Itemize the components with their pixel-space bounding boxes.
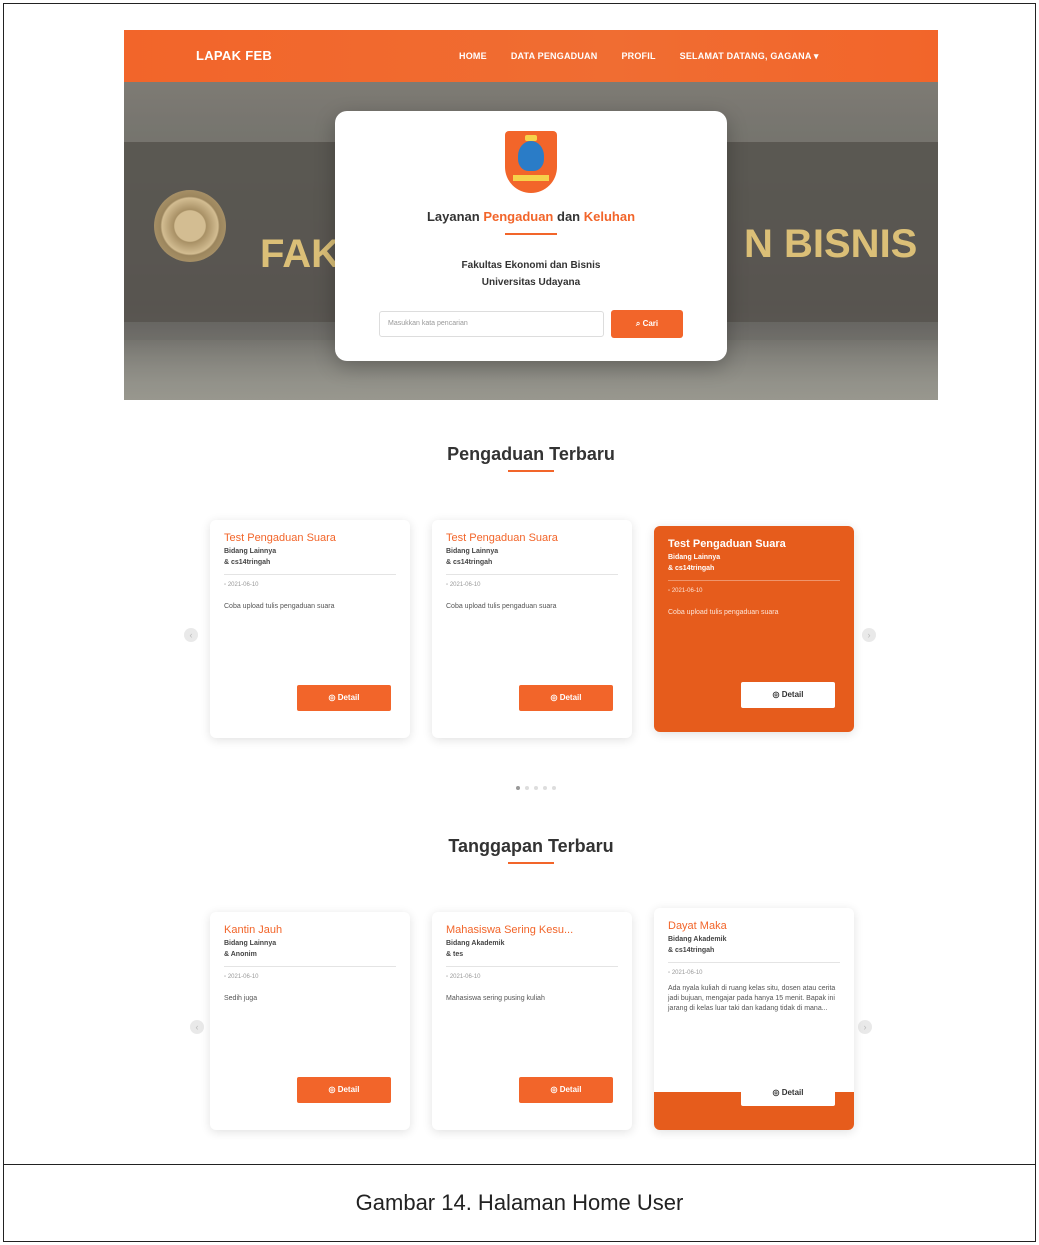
eye-icon: ◎ bbox=[328, 1085, 336, 1094]
detail-button[interactable]: ◎ Detail bbox=[297, 1077, 391, 1103]
carousel-next-arrow-icon[interactable]: › bbox=[862, 628, 876, 642]
brand-logo[interactable]: LAPAK FEB bbox=[196, 48, 272, 63]
nav-data-pengaduan[interactable]: DATA PENGADUAN bbox=[511, 51, 598, 62]
eye-icon: ◎ bbox=[328, 693, 336, 702]
card-field: Bidang Lainnya bbox=[224, 548, 277, 555]
tanggapan-card[interactable]: Mahasiswa Sering Kesu... Bidang Akademik… bbox=[432, 912, 632, 1130]
card-user: & cs14tringah bbox=[446, 559, 493, 566]
tanggapan-card[interactable]: Kantin Jauh Bidang Lainnya & Anonim ▫ 20… bbox=[210, 912, 410, 1130]
eye-icon: ◎ bbox=[772, 690, 780, 699]
calendar-icon: ▫ bbox=[446, 974, 449, 980]
card-user: & cs14tringah bbox=[668, 947, 715, 954]
card-field: Bidang Lainnya bbox=[668, 554, 721, 561]
detail-button[interactable]: ◎ Detail bbox=[741, 682, 835, 708]
card-field: Bidang Lainnya bbox=[446, 548, 499, 555]
card-body: Coba upload tulis pengaduan suara bbox=[446, 603, 557, 610]
section-title-tanggapan: Tanggapan Terbaru bbox=[448, 836, 614, 856]
card-title[interactable]: Mahasiswa Sering Kesu... bbox=[446, 924, 618, 936]
card-body: Ada nyala kuliah di ruang kelas situ, do… bbox=[668, 985, 836, 1012]
card-user: & tes bbox=[446, 951, 464, 958]
card-title[interactable]: Test Pengaduan Suara bbox=[446, 532, 618, 544]
carousel-dot[interactable] bbox=[543, 786, 547, 790]
card-field: Bidang Lainnya bbox=[224, 940, 277, 947]
card-date: ▫ 2021-06-10 bbox=[668, 970, 703, 976]
eye-icon: ◎ bbox=[550, 693, 558, 702]
card-date: ▫ 2021-06-10 bbox=[446, 974, 481, 980]
eye-icon: ◎ bbox=[772, 1088, 780, 1097]
nav-user-dropdown[interactable]: SELAMAT DATANG, GAGANA ▾ bbox=[680, 51, 819, 62]
unud-logo-icon bbox=[505, 131, 557, 193]
hero-subtitle: Fakultas Ekonomi dan Bisnis Universitas … bbox=[461, 260, 601, 288]
card-date: ▫ 2021-06-10 bbox=[446, 582, 481, 588]
card-user: & Anonim bbox=[224, 951, 257, 958]
pengaduan-card-active[interactable]: Test Pengaduan Suara Bidang Lainnya & cs… bbox=[654, 526, 854, 732]
hero-search-card: Layanan Pengaduan dan Keluhan Fakultas E… bbox=[335, 111, 727, 361]
section-title-pengaduan: Pengaduan Terbaru bbox=[447, 444, 615, 464]
calendar-icon: ▫ bbox=[668, 970, 671, 976]
calendar-icon: ▫ bbox=[668, 588, 671, 594]
caption-divider bbox=[4, 1164, 1035, 1165]
eye-icon: ◎ bbox=[550, 1085, 558, 1094]
nav-home[interactable]: HOME bbox=[459, 51, 487, 62]
pengaduan-card[interactable]: Test Pengaduan Suara Bidang Lainnya & cs… bbox=[432, 520, 632, 738]
calendar-icon: ▫ bbox=[446, 582, 449, 588]
card-date: ▫ 2021-06-10 bbox=[224, 974, 259, 980]
figure-caption: Gambar 14. Halaman Home User bbox=[355, 1190, 684, 1215]
card-body: Coba upload tulis pengaduan suara bbox=[224, 603, 335, 610]
hero-title: Layanan Pengaduan dan Keluhan bbox=[426, 209, 636, 224]
webpage-screenshot: LAPAK FEB HOME DATA PENGADUAN PROFIL SEL… bbox=[124, 30, 938, 1140]
user-greeting: SELAMAT DATANG, GAGANA bbox=[679, 51, 812, 61]
carousel-dot[interactable] bbox=[525, 786, 529, 790]
detail-button[interactable]: ◎ Detail bbox=[741, 1080, 835, 1106]
detail-button[interactable]: ◎ Detail bbox=[519, 685, 613, 711]
card-field: Bidang Akademik bbox=[668, 936, 727, 943]
nav-profil[interactable]: PROFIL bbox=[621, 51, 655, 62]
nav-menu: HOME DATA PENGADUAN PROFIL SELAMAT DATAN… bbox=[459, 51, 819, 62]
carousel-dot[interactable] bbox=[534, 786, 538, 790]
card-body: Sedih juga bbox=[224, 995, 258, 1002]
detail-button[interactable]: ◎ Detail bbox=[297, 685, 391, 711]
calendar-icon: ▫ bbox=[224, 974, 227, 980]
search-icon: ⌕ bbox=[635, 319, 641, 328]
figure-frame: LAPAK FEB HOME DATA PENGADUAN PROFIL SEL… bbox=[3, 3, 1036, 1242]
card-title[interactable]: Test Pengaduan Suara bbox=[224, 532, 396, 544]
card-user: & cs14tringah bbox=[668, 565, 715, 572]
card-date: ▫ 2021-06-10 bbox=[668, 588, 703, 594]
search-button[interactable]: ⌕ Cari bbox=[611, 310, 683, 338]
carousel-prev-arrow-icon[interactable]: ‹ bbox=[184, 628, 198, 642]
carousel-next-arrow-icon[interactable]: › bbox=[858, 1020, 872, 1034]
card-title[interactable]: Dayat Maka bbox=[668, 920, 840, 932]
card-user: & cs14tringah bbox=[224, 559, 271, 566]
section-underline bbox=[508, 862, 554, 864]
chevron-down-icon: ▾ bbox=[813, 51, 819, 61]
card-title[interactable]: Test Pengaduan Suara bbox=[668, 538, 840, 550]
card-title[interactable]: Kantin Jauh bbox=[224, 924, 396, 936]
carousel-prev-arrow-icon[interactable]: ‹ bbox=[190, 1020, 204, 1034]
carousel-dots bbox=[516, 786, 556, 790]
search-input[interactable]: Masukkan kata pencarian bbox=[379, 311, 604, 337]
title-underline bbox=[505, 233, 557, 235]
carousel-dot[interactable] bbox=[552, 786, 556, 790]
detail-button[interactable]: ◎ Detail bbox=[519, 1077, 613, 1103]
card-body: Mahasiswa sering pusing kuliah bbox=[446, 995, 545, 1002]
card-date: ▫ 2021-06-10 bbox=[224, 582, 259, 588]
navbar: LAPAK FEB HOME DATA PENGADUAN PROFIL SEL… bbox=[124, 30, 938, 82]
calendar-icon: ▫ bbox=[224, 582, 227, 588]
section-underline bbox=[508, 470, 554, 472]
carousel-dot[interactable] bbox=[516, 786, 520, 790]
card-body: Coba upload tulis pengaduan suara bbox=[668, 609, 779, 616]
card-field: Bidang Akademik bbox=[446, 940, 505, 947]
tanggapan-card[interactable]: Dayat Maka Bidang Akademik & cs14tringah… bbox=[654, 908, 854, 1130]
pengaduan-card[interactable]: Test Pengaduan Suara Bidang Lainnya & cs… bbox=[210, 520, 410, 738]
